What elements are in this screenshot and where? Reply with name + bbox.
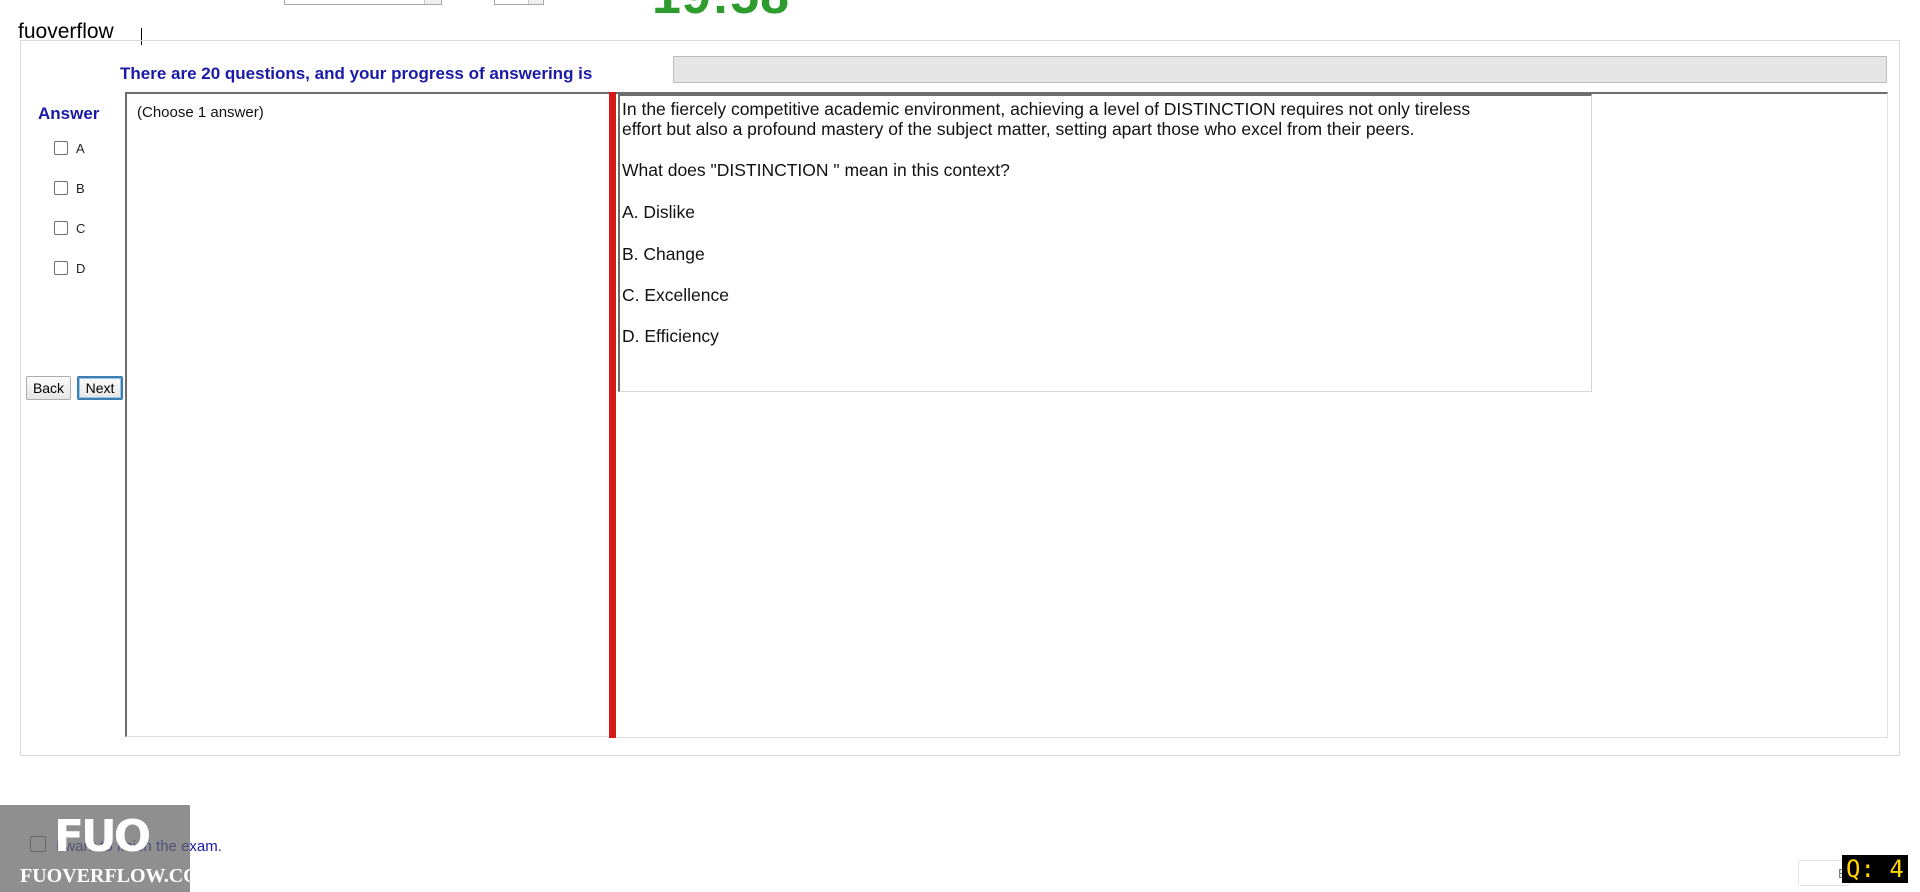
question-number-badge: Q: 4 xyxy=(1842,855,1908,883)
option-label-d: D xyxy=(76,260,86,276)
chevron-down-icon[interactable] xyxy=(424,0,441,4)
option-label-c: C xyxy=(76,220,86,236)
checkbox-d[interactable] xyxy=(54,261,68,275)
answer-option-d[interactable]: D xyxy=(54,259,85,277)
option-label-b: B xyxy=(76,180,85,196)
countdown-timer: 19:58 xyxy=(652,0,790,26)
checkbox-c[interactable] xyxy=(54,221,68,235)
question-choice-d: D. Efficiency xyxy=(622,326,719,346)
checkbox-a[interactable] xyxy=(54,141,68,155)
question-choice-c: C. Excellence xyxy=(622,285,729,305)
logo-text: FUOVERFLOW.COM xyxy=(20,865,218,887)
question-prompt: What does "DISTINCTION " mean in this co… xyxy=(622,160,1010,180)
passage-line-2: effort but also a profound mastery of th… xyxy=(622,119,1415,139)
answer-option-c[interactable]: C xyxy=(54,219,85,237)
next-button[interactable]: Next xyxy=(77,376,123,400)
checkbox-b[interactable] xyxy=(54,181,68,195)
progress-bar xyxy=(673,56,1887,83)
question-choice-b: B. Change xyxy=(622,244,705,264)
passage-line-1: In the fiercely competitive academic env… xyxy=(622,99,1471,119)
question-choice-a: A. Dislike xyxy=(622,202,695,222)
back-button[interactable]: Back xyxy=(26,376,71,400)
choose-panel: (Choose 1 answer) xyxy=(125,92,610,737)
watermark-logo: FUO FUOVERFLOW.COM xyxy=(0,805,218,892)
choose-instruction: (Choose 1 answer) xyxy=(137,104,264,121)
answer-title: Answer xyxy=(38,104,100,123)
progress-label: There are 20 questions, and your progres… xyxy=(120,64,593,83)
font-size-spinner[interactable] xyxy=(494,0,544,5)
exam-code-combobox[interactable] xyxy=(284,0,442,5)
answer-option-b[interactable]: B xyxy=(54,179,85,197)
answer-option-a[interactable]: A xyxy=(54,139,85,157)
panel-splitter[interactable] xyxy=(609,92,616,738)
spin-arrows-icon[interactable] xyxy=(528,0,543,4)
logo-mark: FUO xyxy=(54,811,151,862)
option-label-a: A xyxy=(76,140,85,156)
question-passage: In the fiercely competitive academic env… xyxy=(622,99,1542,139)
